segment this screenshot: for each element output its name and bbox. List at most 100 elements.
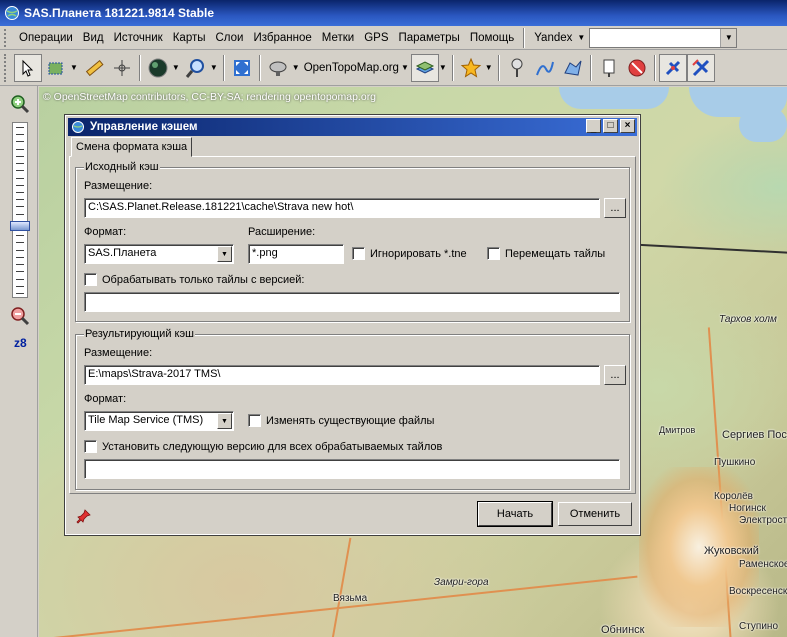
ignore-tne-checkbox[interactable]: Игнорировать *.tne xyxy=(352,247,467,260)
menu-layers[interactable]: Слои xyxy=(211,26,249,50)
menu-source[interactable]: Источник xyxy=(109,26,168,50)
menu-operations[interactable]: Операции xyxy=(14,26,78,50)
map-place-label: Вязьма xyxy=(333,593,368,604)
marks-manager-button[interactable] xyxy=(595,54,623,82)
chevron-down-icon[interactable]: ▼ xyxy=(217,413,232,429)
layers-dropdown-icon[interactable]: ▼ xyxy=(439,63,447,72)
hide-marks-button[interactable] xyxy=(623,54,651,82)
menu-maps[interactable]: Карты xyxy=(168,26,211,50)
zoom-tool-button[interactable] xyxy=(182,54,210,82)
add-polygon-button[interactable] xyxy=(559,54,587,82)
search-provider-dropdown-icon[interactable]: ▼ xyxy=(577,33,585,42)
search-dropdown-icon[interactable]: ▼ xyxy=(720,28,737,47)
current-map-name[interactable]: OpenTopoMap.org xyxy=(302,62,401,74)
menu-gps[interactable]: GPS xyxy=(359,26,393,50)
target-browse-button[interactable]: ... xyxy=(604,365,626,385)
zoom-slider-tick xyxy=(16,141,24,143)
source-format-select[interactable]: SAS.Планета ▼ xyxy=(84,244,234,264)
map-place-label: Воскресенск xyxy=(729,586,787,597)
minimize-button[interactable]: _ xyxy=(586,119,601,133)
favorites-button[interactable] xyxy=(457,54,485,82)
target-location-input[interactable]: E:\maps\Strava-2017 TMS\ xyxy=(84,365,600,385)
map-place-label: Электросталь xyxy=(739,515,787,526)
layers-button[interactable] xyxy=(410,53,439,82)
zoom-dropdown-icon[interactable]: ▼ xyxy=(210,63,218,72)
only-version-label: Обрабатывать только тайлы с версией: xyxy=(102,273,305,286)
ruler-button[interactable] xyxy=(80,54,108,82)
cancel-button[interactable]: Отменить xyxy=(558,502,632,526)
set-version-checkbox[interactable]: Установить следующую версию для всех обр… xyxy=(84,440,442,453)
search-input[interactable]: ▼ xyxy=(589,27,738,48)
start-button[interactable]: Начать xyxy=(477,501,553,527)
menu-grip[interactable] xyxy=(4,28,10,47)
source-cache-group: Исходный кэш Размещение: C:\SAS.Planet.R… xyxy=(75,161,630,322)
only-version-checkbox[interactable]: Обрабатывать только тайлы с версией: xyxy=(84,273,304,286)
toolbar-grip[interactable] xyxy=(4,53,10,82)
cursor-tool-button[interactable] xyxy=(14,53,42,82)
globe-button[interactable] xyxy=(144,54,172,82)
center-crosshair-button[interactable] xyxy=(108,54,136,82)
source-location-input[interactable]: C:\SAS.Planet.Release.181221\cache\Strav… xyxy=(84,198,600,218)
overwrite-files-checkbox-box[interactable] xyxy=(248,414,261,427)
overwrite-files-label: Изменять существующие файлы xyxy=(266,414,435,427)
select-area-button[interactable] xyxy=(42,54,70,82)
target-format-select[interactable]: Tile Map Service (TMS) ▼ xyxy=(84,411,234,431)
add-placemark-button[interactable] xyxy=(503,54,531,82)
set-version-checkbox-box[interactable] xyxy=(84,440,97,453)
only-version-checkbox-box[interactable] xyxy=(84,273,97,286)
map-name-dropdown-icon[interactable]: ▼ xyxy=(401,63,409,72)
zoom-in-icon[interactable] xyxy=(10,94,30,114)
zoom-slider-tick xyxy=(16,293,24,294)
overwrite-files-checkbox[interactable]: Изменять существующие файлы xyxy=(248,414,434,427)
polygon-icon xyxy=(563,60,582,76)
maximize-icon: □ xyxy=(607,120,614,131)
move-tiles-checkbox-box[interactable] xyxy=(487,247,500,260)
zoom-slider-handle[interactable] xyxy=(10,221,30,232)
gps-track-button[interactable] xyxy=(658,53,687,82)
menu-favorites[interactable]: Избранное xyxy=(248,26,316,50)
tab-cache-format[interactable]: Смена формата кэша xyxy=(71,137,193,157)
move-tiles-checkbox[interactable]: Перемещать тайлы xyxy=(487,247,605,260)
globe-dropdown-icon[interactable]: ▼ xyxy=(172,63,180,72)
map-source-button[interactable] xyxy=(264,54,292,82)
map-water xyxy=(559,87,669,109)
zoom-out-icon[interactable] xyxy=(10,306,30,326)
source-extension-input[interactable]: *.png xyxy=(248,244,344,264)
fullscreen-button[interactable] xyxy=(228,54,256,82)
menu-marks[interactable]: Метки xyxy=(317,26,359,50)
menu-help[interactable]: Помощь xyxy=(465,26,519,50)
map-place-label: Тархов холм xyxy=(719,314,777,325)
zoom-slider-tick xyxy=(16,184,24,186)
zoom-slider-tick xyxy=(16,271,24,273)
menu-parameters[interactable]: Параметры xyxy=(394,26,465,50)
dialog-globe-icon xyxy=(72,121,84,133)
favorites-dropdown-icon[interactable]: ▼ xyxy=(485,63,493,72)
crosshair-icon xyxy=(113,59,130,76)
star-icon xyxy=(460,57,482,78)
close-button[interactable]: × xyxy=(620,119,635,133)
ignore-tne-checkbox-box[interactable] xyxy=(352,247,365,260)
target-version-input[interactable] xyxy=(84,459,620,479)
select-area-dropdown-icon[interactable]: ▼ xyxy=(70,63,78,72)
zoom-slider-tick xyxy=(16,264,24,266)
map-place-label: Пушкино xyxy=(714,457,756,468)
map-place-label: Обнинск xyxy=(601,624,645,636)
menu-view[interactable]: Вид xyxy=(78,26,109,50)
ruler-icon xyxy=(85,59,104,76)
layers-icon xyxy=(415,60,434,74)
maximize-button[interactable]: □ xyxy=(603,119,618,133)
source-browse-button[interactable]: ... xyxy=(604,198,626,218)
search-provider-select[interactable]: Yandex xyxy=(529,26,577,50)
dialog-titlebar[interactable]: Управление кэшем _ □ × xyxy=(68,118,637,136)
zoom-slider[interactable] xyxy=(10,122,30,298)
placemark-icon xyxy=(511,58,523,77)
source-version-input[interactable] xyxy=(84,292,620,312)
gps-connect-button[interactable] xyxy=(686,53,715,82)
map-source-dropdown-icon[interactable]: ▼ xyxy=(292,63,300,72)
pin-icon[interactable] xyxy=(76,508,92,524)
zoom-slider-tick xyxy=(16,213,24,215)
chevron-down-icon[interactable]: ▼ xyxy=(217,246,232,262)
ignore-tne-label: Игнорировать *.tne xyxy=(370,247,467,260)
add-path-button[interactable] xyxy=(531,54,559,82)
cache-manager-dialog: Управление кэшем _ □ × Смена формата кэш… xyxy=(64,114,641,536)
